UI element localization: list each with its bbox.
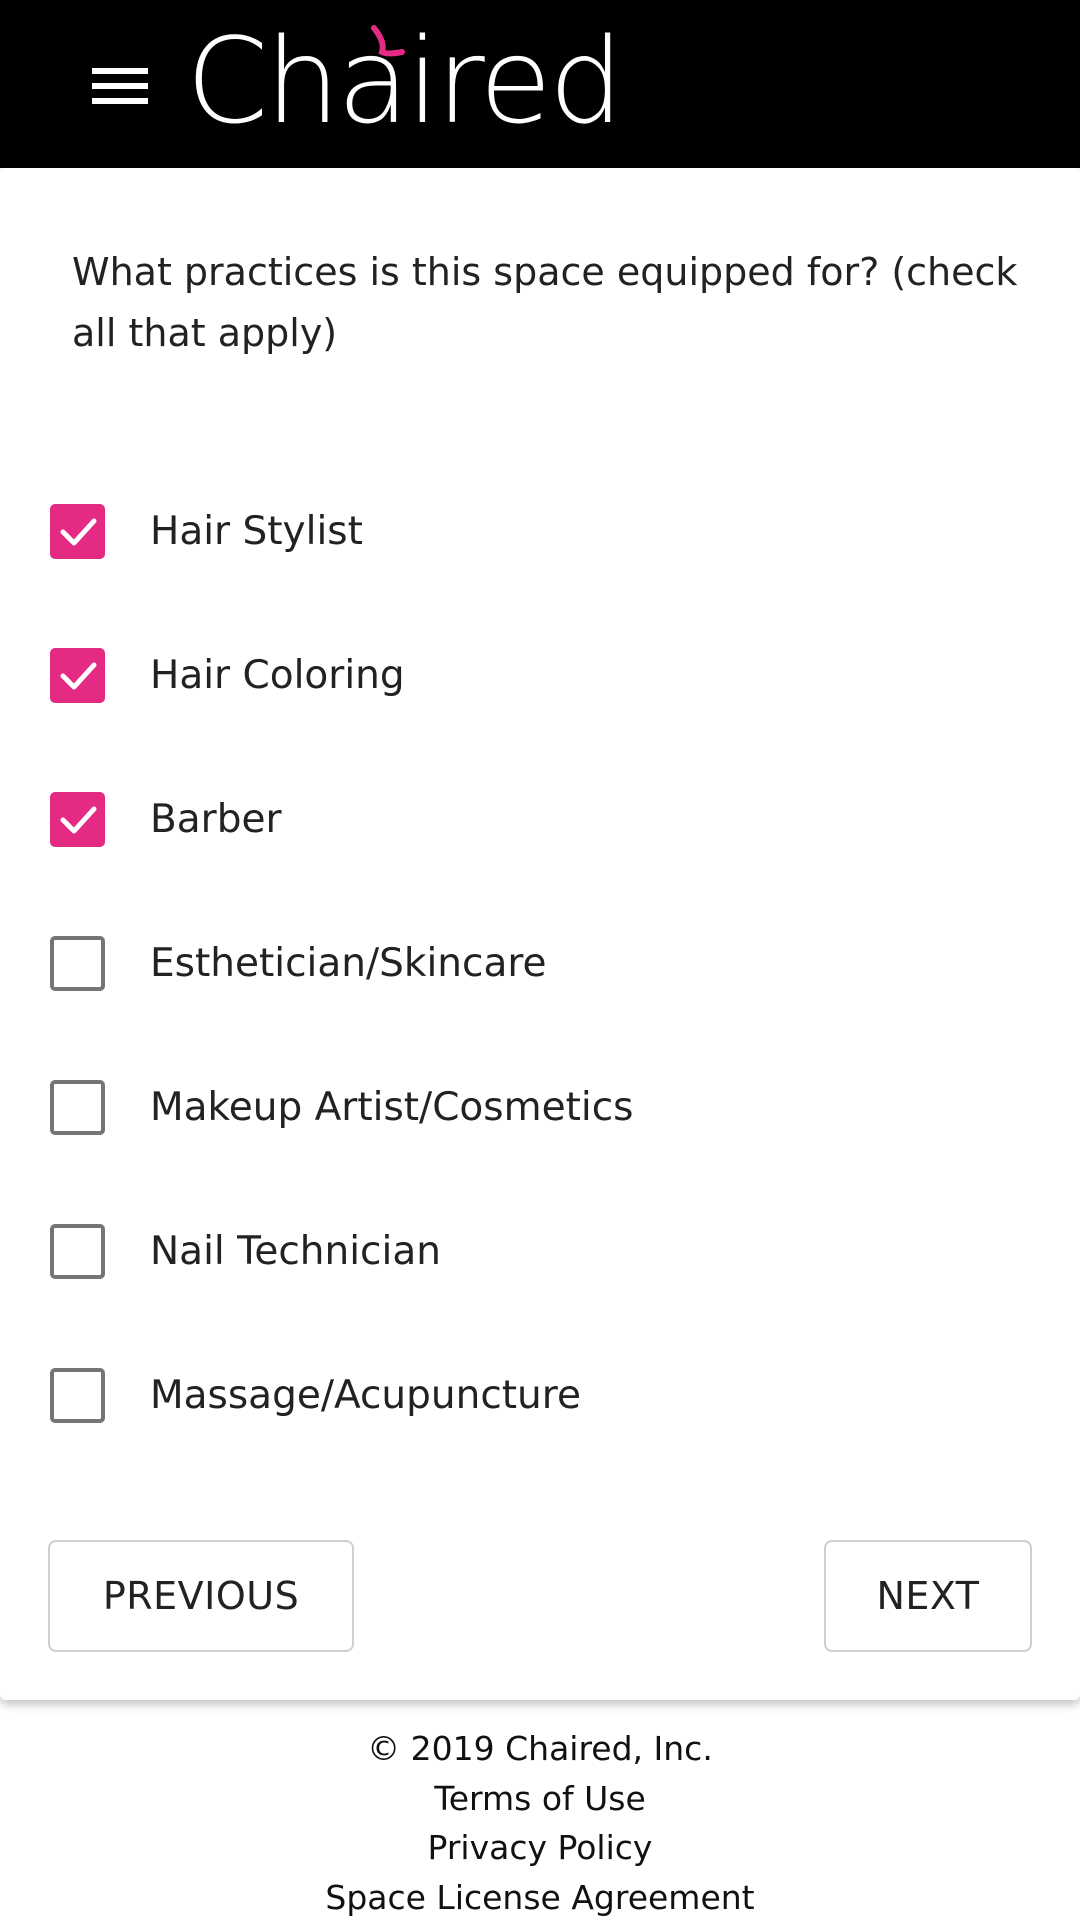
option-label: Massage/Acupuncture <box>150 1368 581 1424</box>
checkbox[interactable] <box>50 1368 105 1423</box>
app-header: Chaired <box>0 0 1080 168</box>
form-card: What practices is this space equipped fo… <box>0 168 1080 1700</box>
checkbox[interactable] <box>50 1080 105 1135</box>
checkbox[interactable] <box>50 504 105 559</box>
option-label: Hair Coloring <box>150 648 405 704</box>
logo-accent-icon <box>186 16 566 146</box>
option-label: Makeup Artist/Cosmetics <box>150 1080 633 1136</box>
copyright-text: © 2019 Chaired, Inc. <box>0 1724 1080 1774</box>
privacy-policy-link[interactable]: Privacy Policy <box>0 1823 1080 1873</box>
hamburger-menu-icon[interactable] <box>92 68 148 104</box>
option-nail-technician[interactable]: Nail Technician <box>50 1224 950 1280</box>
question-text: What practices is this space equipped fo… <box>72 242 1032 364</box>
option-makeup-artist-cosmetics[interactable]: Makeup Artist/Cosmetics <box>50 1080 950 1136</box>
option-label: Hair Stylist <box>150 504 363 560</box>
check-icon <box>58 802 98 838</box>
check-icon <box>58 514 98 550</box>
option-hair-coloring[interactable]: Hair Coloring <box>50 648 950 704</box>
option-label: Barber <box>150 792 281 848</box>
checkbox[interactable] <box>50 792 105 847</box>
option-esthetician-skincare[interactable]: Esthetician/Skincare <box>50 936 950 992</box>
next-button[interactable]: NEXT <box>824 1540 1032 1652</box>
space-license-agreement-link[interactable]: Space License Agreement <box>0 1873 1080 1922</box>
option-barber[interactable]: Barber <box>50 792 950 848</box>
previous-button[interactable]: PREVIOUS <box>48 1540 354 1652</box>
chaired-logo[interactable]: Chaired <box>186 16 566 146</box>
option-massage-acupuncture[interactable]: Massage/Acupuncture <box>50 1368 950 1424</box>
option-hair-stylist[interactable]: Hair Stylist <box>50 504 950 560</box>
check-icon <box>58 658 98 694</box>
checkbox[interactable] <box>50 648 105 703</box>
option-label: Nail Technician <box>150 1224 441 1280</box>
terms-of-use-link[interactable]: Terms of Use <box>0 1774 1080 1824</box>
checkbox[interactable] <box>50 936 105 991</box>
footer: © 2019 Chaired, Inc. Terms of Use Privac… <box>0 1724 1080 1922</box>
option-label: Esthetician/Skincare <box>150 936 547 992</box>
checkbox[interactable] <box>50 1224 105 1279</box>
